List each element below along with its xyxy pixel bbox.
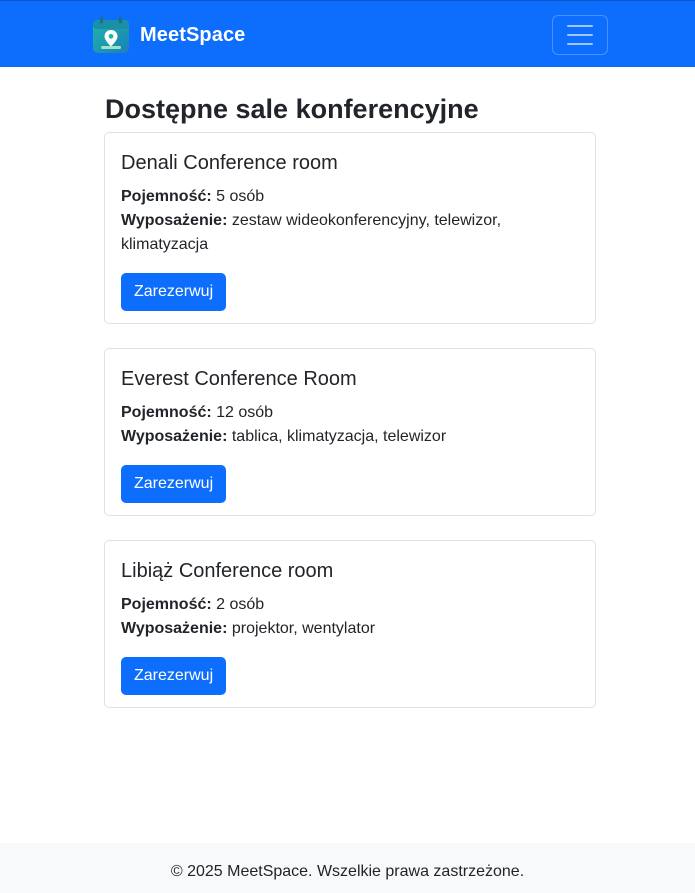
room-capacity: Pojemność: 12 osób [121, 401, 579, 425]
capacity-value: 12 osób [216, 404, 274, 421]
hamburger-menu-icon-bar [567, 34, 593, 36]
navbar: MeetSpace [0, 0, 695, 67]
room-card-libiaz: Libiąż Conference room Pojemność: 2 osób… [104, 540, 596, 708]
room-equipment: Wyposażenie: tablica, klimatyzacja, tele… [121, 425, 579, 449]
capacity-value: 2 osób [216, 596, 265, 613]
room-capacity: Pojemność: 5 osób [121, 185, 579, 209]
brand-link[interactable]: MeetSpace [91, 15, 245, 55]
room-capacity: Pojemność: 2 osób [121, 593, 579, 617]
room-name: Libiąż Conference room [121, 560, 334, 582]
equipment-value: tablica, klimatyzacja, telewizor [231, 428, 447, 445]
equipment-label: Wyposażenie: [121, 620, 228, 637]
room-name: Denali Conference room [121, 152, 338, 174]
hamburger-menu-icon-bar [567, 43, 593, 45]
brand-name: MeetSpace [140, 23, 246, 46]
capacity-label: Pojemność: [121, 404, 212, 421]
reserve-button[interactable]: Zarezerwuj [121, 273, 227, 311]
hamburger-menu-icon [567, 25, 593, 27]
equipment-value: projektor, wentylator [231, 620, 376, 637]
capacity-value: 5 osób [216, 188, 265, 205]
room-card-everest: Everest Conference Room Pojemność: 12 os… [104, 348, 596, 516]
footer-text: © 2025 MeetSpace. Wszelkie prawa zastrze… [170, 863, 525, 880]
navbar-toggle-button[interactable] [552, 15, 608, 55]
room-card-denali: Denali Conference room Pojemność: 5 osób… [104, 132, 596, 324]
capacity-label: Pojemność: [121, 596, 212, 613]
calendar-location-icon [93, 16, 129, 53]
room-name: Everest Conference Room [121, 368, 357, 390]
reserve-button[interactable]: Zarezerwuj [121, 465, 227, 503]
footer: © 2025 MeetSpace. Wszelkie prawa zastrze… [0, 843, 695, 893]
reserve-button[interactable]: Zarezerwuj [121, 657, 227, 695]
page-title: Dostępne sale konferencyjne [105, 94, 479, 124]
equipment-label: Wyposażenie: [121, 212, 228, 229]
room-equipment: Wyposażenie: zestaw wideokonferencyjny, … [121, 209, 579, 257]
equipment-label: Wyposażenie: [121, 428, 228, 445]
room-equipment: Wyposażenie: projektor, wentylator [121, 617, 579, 641]
capacity-label: Pojemność: [121, 188, 212, 205]
page: MeetSpace Dostępne sale konferencyjne De… [0, 0, 695, 893]
